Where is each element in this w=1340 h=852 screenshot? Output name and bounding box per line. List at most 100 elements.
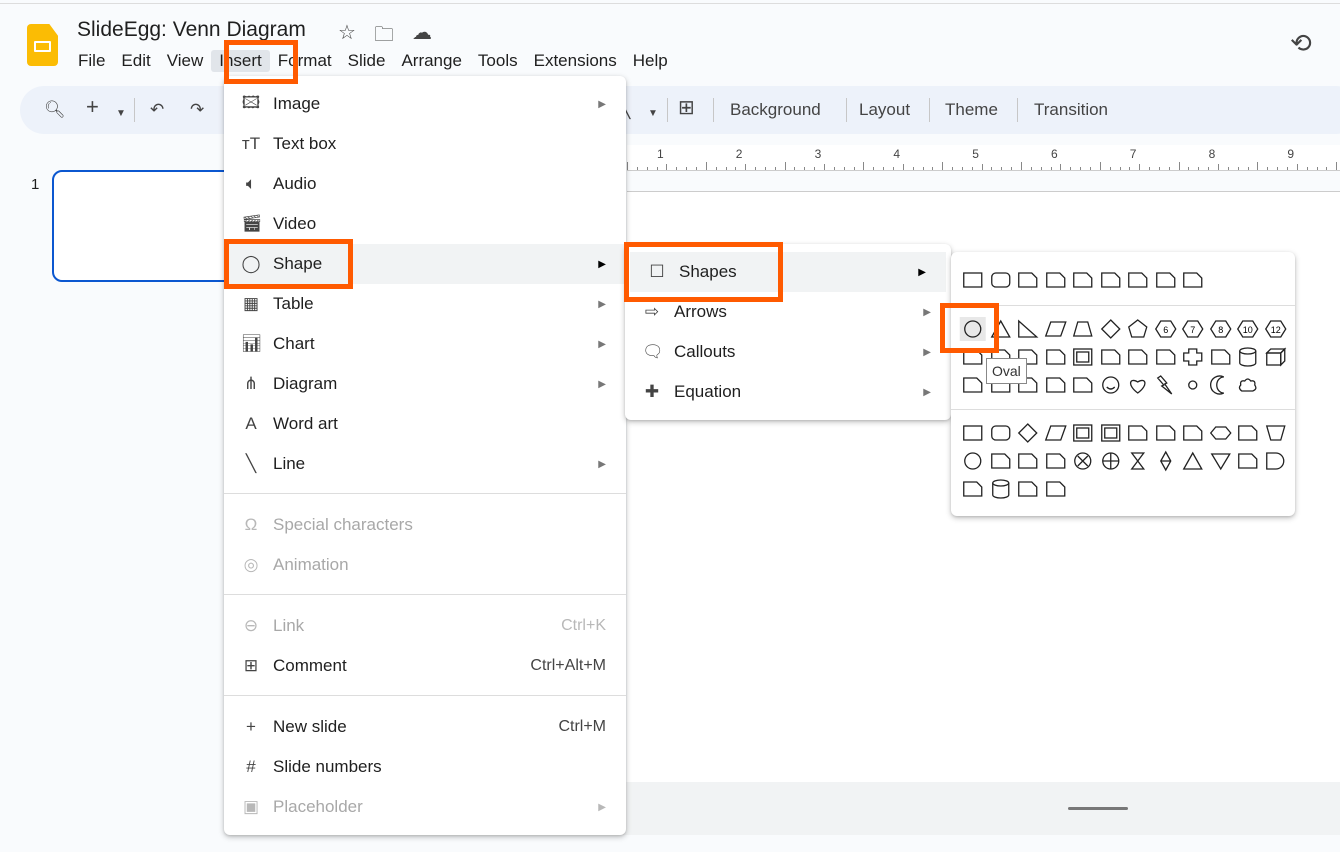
shape-8-icon[interactable]: 8	[1207, 317, 1235, 341]
shape-rect-icon[interactable]	[959, 421, 987, 445]
menu-item-image[interactable]: 🖾 Image ▶	[224, 84, 626, 124]
shape-rect-icon[interactable]	[959, 268, 987, 292]
shape-plus-icon[interactable]	[1179, 345, 1207, 369]
menu-tools[interactable]: Tools	[470, 50, 526, 72]
shape-moon-icon[interactable]	[1207, 373, 1235, 397]
menu-item-comment[interactable]: ⊞ Comment Ctrl+Alt+M	[224, 646, 626, 686]
shape-frame-icon[interactable]	[1097, 421, 1125, 445]
theme-button[interactable]: Theme	[945, 99, 998, 121]
shape-smiley-icon[interactable]	[1097, 373, 1125, 397]
menu-item-table[interactable]: ▦ Table ▶	[224, 284, 626, 324]
transition-button[interactable]: Transition	[1034, 99, 1108, 121]
shape-round2-icon[interactable]	[1152, 268, 1180, 292]
shape-diamond-icon[interactable]	[1097, 317, 1125, 341]
shape-frame-icon[interactable]	[1069, 345, 1097, 369]
shape-sumjunction-icon[interactable]	[1069, 449, 1097, 473]
menu-edit[interactable]: Edit	[113, 50, 158, 72]
shape-merge-icon[interactable]	[1207, 449, 1235, 473]
shape-can-icon[interactable]	[987, 477, 1015, 501]
shape-pent-icon[interactable]	[1124, 317, 1152, 341]
shape-bolt-icon[interactable]	[1152, 373, 1180, 397]
shape-trap-icon[interactable]	[1069, 317, 1097, 341]
shape-arc-icon[interactable]	[1042, 373, 1070, 397]
shape-or-icon[interactable]	[1097, 449, 1125, 473]
menu-item-audio[interactable]: 🔈︎ Audio	[224, 164, 626, 204]
shape-diagstripe-icon[interactable]	[1152, 345, 1180, 369]
shape-snip2-icon[interactable]	[1042, 268, 1070, 292]
shape-snip1-icon[interactable]	[1014, 268, 1042, 292]
move-to-folder-icon[interactable]: 🗀	[374, 20, 394, 54]
menu-item-equation[interactable]: ✚ Equation ▶	[625, 372, 951, 412]
shape-rounddiag-icon[interactable]	[1179, 268, 1207, 292]
shape-bevel-icon[interactable]	[959, 373, 987, 397]
shape-diamond-icon[interactable]	[1014, 421, 1042, 445]
menu-item-chart[interactable]: 📊︎ Chart ▶	[224, 324, 626, 364]
shape-folded-icon[interactable]	[1069, 373, 1097, 397]
shape-cloud-icon[interactable]	[1234, 373, 1262, 397]
new-slide-dropdown-icon[interactable]: ▼	[116, 103, 126, 125]
shape-stored-icon[interactable]	[1234, 449, 1262, 473]
layout-button[interactable]: Layout	[859, 99, 910, 121]
shape-offpage-icon[interactable]	[987, 449, 1015, 473]
shape-halfframe-icon[interactable]	[1097, 345, 1125, 369]
slides-logo-icon[interactable]	[27, 24, 58, 66]
menu-item-slide-numbers[interactable]: # Slide numbers	[224, 747, 626, 787]
menu-item-callouts[interactable]: 🗨︎ Callouts ▶	[625, 332, 951, 372]
shape-collate-icon[interactable]	[1124, 449, 1152, 473]
search-menus-icon[interactable]: 🔍︎	[44, 99, 66, 121]
shape-para-icon[interactable]	[1042, 317, 1070, 341]
shape-round-icon[interactable]	[987, 268, 1015, 292]
shape-rtri-icon[interactable]	[1014, 317, 1042, 341]
shape-frame-icon[interactable]	[1069, 421, 1097, 445]
shape-6-icon[interactable]: 6	[1152, 317, 1180, 341]
shape-cube-icon[interactable]	[1262, 345, 1290, 369]
shape-para-icon[interactable]	[1042, 421, 1070, 445]
shape-round-icon[interactable]	[987, 421, 1015, 445]
new-slide-icon[interactable]: +	[86, 96, 99, 118]
shape-drum-icon[interactable]	[1014, 477, 1042, 501]
shape-trapinv-icon[interactable]	[1262, 421, 1290, 445]
document-title[interactable]: SlideEgg: Venn Diagram	[77, 18, 306, 42]
shape-term-icon[interactable]	[1179, 421, 1207, 445]
shape-plaque-icon[interactable]	[1207, 345, 1235, 369]
shape-tape-icon[interactable]	[1042, 449, 1070, 473]
slide-thumbnail[interactable]	[52, 170, 252, 282]
shape-doc-icon[interactable]	[1124, 421, 1152, 445]
menu-item-line[interactable]: ╲ Line ▶	[224, 444, 626, 484]
menu-item-word-art[interactable]: A Word art	[224, 404, 626, 444]
shape-card-icon[interactable]	[1014, 449, 1042, 473]
undo-icon[interactable]: ↶	[150, 99, 164, 121]
shape-rsnip-icon[interactable]	[1097, 268, 1125, 292]
redo-icon[interactable]: ↷	[190, 99, 204, 121]
notes-resize-handle[interactable]	[1068, 807, 1128, 810]
shape-manual-icon[interactable]	[1234, 421, 1262, 445]
shape-7-icon[interactable]: 7	[1179, 317, 1207, 341]
menu-item-diagram[interactable]: ⋔ Diagram ▶	[224, 364, 626, 404]
menu-arrange[interactable]: Arrange	[393, 50, 469, 72]
shape-sort-icon[interactable]	[1152, 449, 1180, 473]
shape-12-icon[interactable]: 12	[1262, 317, 1290, 341]
shape-multidoc-icon[interactable]	[1152, 421, 1180, 445]
menu-view[interactable]: View	[159, 50, 212, 72]
line-dropdown-icon[interactable]: ▼	[648, 103, 658, 125]
menu-item-video[interactable]: 🎬︎ Video	[224, 204, 626, 244]
add-comment-icon[interactable]: ⊞	[678, 97, 695, 119]
shape-display-icon[interactable]	[1042, 477, 1070, 501]
version-history-icon[interactable]: ⟲	[1290, 28, 1312, 59]
menu-file[interactable]: File	[70, 50, 113, 72]
shape-heart-icon[interactable]	[1124, 373, 1152, 397]
shape-delay-icon[interactable]	[1262, 449, 1290, 473]
background-button[interactable]: Background	[730, 99, 821, 121]
shape-hex-icon[interactable]	[1207, 421, 1235, 445]
shape-snipd-icon[interactable]	[1069, 268, 1097, 292]
shape-teardrop-icon[interactable]	[1042, 345, 1070, 369]
menu-extensions[interactable]: Extensions	[526, 50, 625, 72]
horizontal-ruler[interactable]: 1 2 3 4 5 6 7 8 9	[627, 145, 1340, 171]
shape-lshape-icon[interactable]	[1124, 345, 1152, 369]
menu-slide[interactable]: Slide	[340, 50, 394, 72]
cloud-saved-icon[interactable]: ☁	[412, 20, 432, 54]
shape-can-icon[interactable]	[1234, 345, 1262, 369]
shape-oval-icon[interactable]	[959, 449, 987, 473]
menu-item-text-box[interactable]: ᴛT Text box	[224, 124, 626, 164]
shape-snipr-icon[interactable]	[1124, 268, 1152, 292]
